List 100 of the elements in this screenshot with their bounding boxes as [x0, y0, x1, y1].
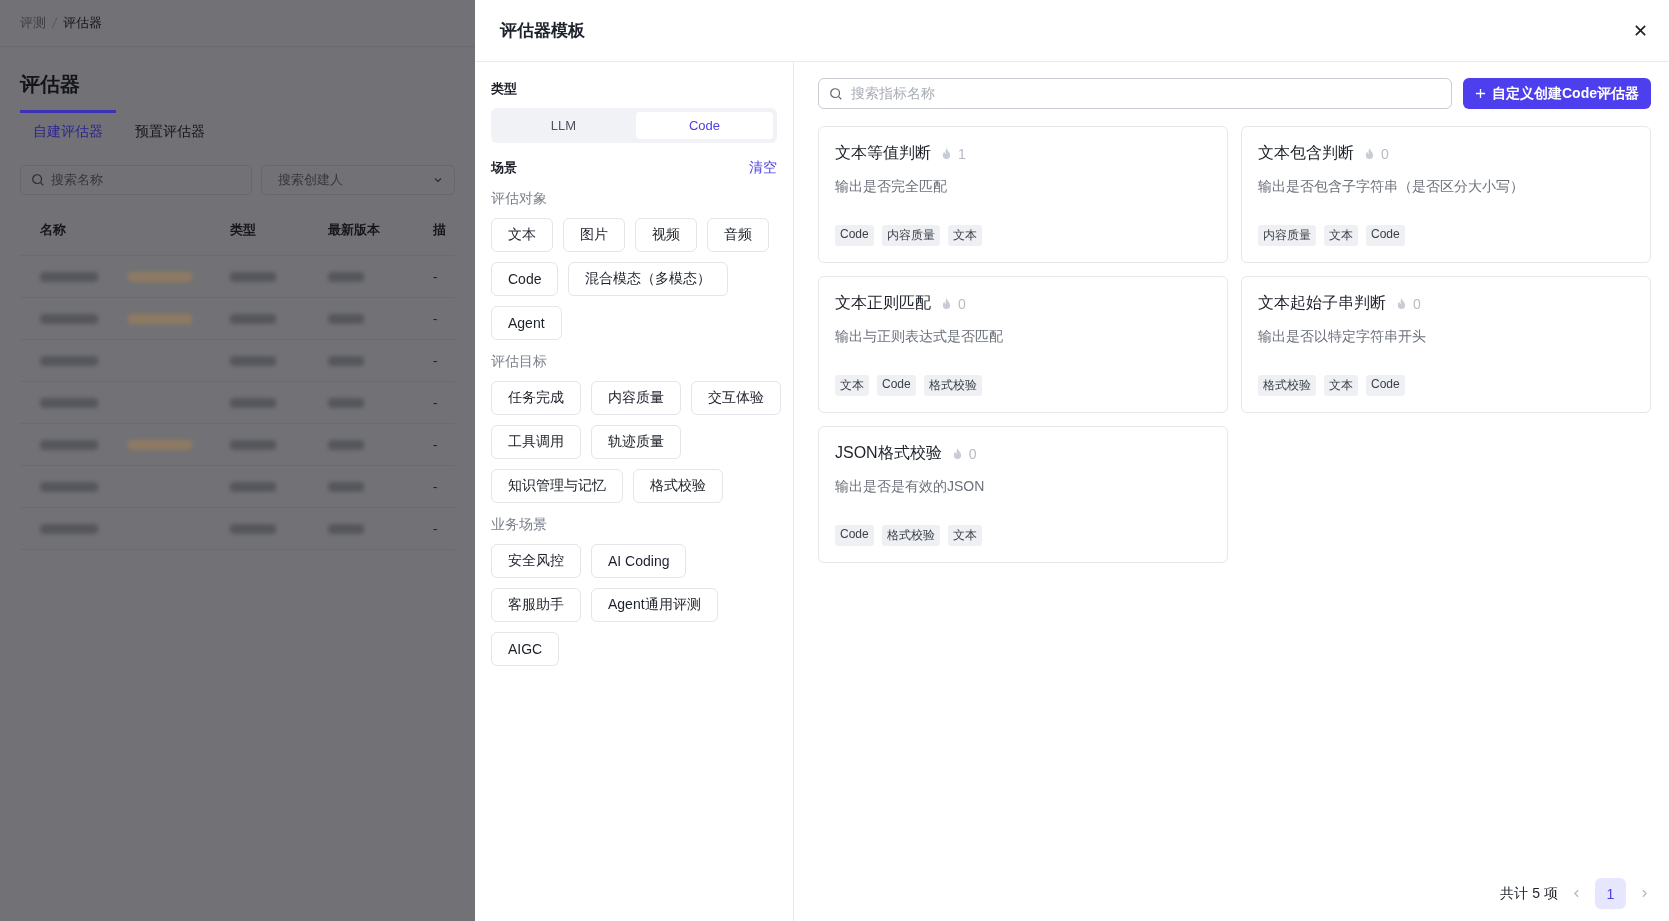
filter-chip[interactable]: 图片 [563, 218, 625, 252]
tag: 格式校验 [923, 375, 982, 396]
usage-count: 0 [968, 445, 977, 462]
type-option[interactable]: LLM [495, 112, 632, 139]
blurred-text [230, 523, 276, 534]
card-description: 输出是否是有效的JSON [835, 478, 986, 496]
group-title: 评估对象 [491, 190, 548, 208]
column-header: 名称 [39, 221, 67, 239]
filter-chip[interactable]: 混合模态（多模态） [568, 262, 729, 296]
evaluator-card[interactable]: 文本包含判断 0 输出是否包含子字符串（是否区分大小写） 内容质量 文本 Code [1241, 126, 1651, 263]
plus-icon [1475, 88, 1486, 99]
drawer-title: 评估器模板 [500, 20, 585, 42]
card-description: 输出是否包含子字符串（是否区分大小写） [1258, 178, 1525, 196]
blurred-text [230, 397, 276, 408]
filter-chip[interactable]: 轨迹质量 [591, 425, 681, 459]
total-count: 共计 5 项 [1500, 884, 1558, 903]
tag: 内容质量 [1258, 225, 1316, 246]
tag: Code [1366, 225, 1405, 246]
column-header: 最新版本 [328, 221, 381, 239]
flame-icon [951, 447, 963, 460]
blurred-text [328, 481, 364, 492]
blurred-text [40, 271, 98, 282]
tab[interactable]: 预置评估器 [122, 110, 218, 149]
create-button[interactable]: 自定义创建Code评估器 [1463, 78, 1651, 109]
filter-chip[interactable]: 工具调用 [491, 425, 581, 459]
blurred-text [328, 397, 364, 408]
filter-chip[interactable]: 视频 [635, 218, 697, 252]
blurred-text [40, 481, 98, 492]
blurred-text [328, 523, 364, 534]
blurred-text [40, 397, 98, 408]
table-cell: - [433, 521, 438, 536]
table-cell: - [433, 479, 438, 494]
tag: Code [835, 225, 874, 246]
filter-chip[interactable]: AIGC [491, 632, 560, 666]
blurred-tag [128, 271, 192, 282]
tag: 格式校验 [1258, 375, 1316, 396]
clear-link[interactable]: 清空 [749, 159, 777, 177]
blurred-tag [128, 313, 192, 324]
search-icon [31, 173, 45, 187]
tag: 文本 [1324, 225, 1358, 246]
filter-chip[interactable]: 任务完成 [491, 381, 581, 415]
usage-count: 0 [1381, 145, 1389, 162]
tag: 格式校验 [881, 525, 940, 546]
filter-chip[interactable]: 交互体验 [691, 381, 781, 415]
column-header: 描 [433, 221, 447, 239]
filter-chip[interactable]: Code [491, 262, 559, 296]
blurred-text [230, 313, 276, 324]
blurred-text [40, 523, 98, 534]
tag: 文本 [1324, 375, 1358, 396]
table-cell: - [433, 437, 438, 452]
filter-chip[interactable]: 客服助手 [491, 588, 581, 622]
tag: 内容质量 [881, 225, 940, 246]
blurred-text [328, 439, 364, 450]
filter-chip[interactable]: 内容质量 [591, 381, 681, 415]
blurred-text [328, 271, 364, 282]
flame-icon [1396, 297, 1407, 310]
filter-chip[interactable]: 知识管理与记忆 [491, 469, 623, 503]
flame-icon [941, 297, 952, 310]
table-cell: - [433, 311, 438, 326]
blurred-tag [128, 439, 192, 450]
filter-chip[interactable]: Agent [491, 306, 562, 340]
card-title: 文本正则匹配 [835, 293, 931, 313]
section-label: 类型 [491, 80, 518, 98]
type-option[interactable]: Code [636, 112, 773, 139]
tag: Code [1366, 375, 1405, 396]
tag: 文本 [947, 525, 982, 546]
column-header: 类型 [230, 221, 257, 239]
page-button[interactable]: 1 [1595, 878, 1626, 909]
card-description: 输出是否以特定字符串开头 [1258, 328, 1427, 346]
blurred-text [328, 355, 364, 366]
card-title: 文本等值判断 [835, 143, 931, 163]
evaluator-card[interactable]: 文本起始子串判断 0 输出是否以特定字符串开头 格式校验 文本 Code [1241, 276, 1651, 413]
filter-chip[interactable]: Agent通用评测 [591, 588, 718, 622]
blurred-text [40, 355, 98, 366]
filter-chip[interactable]: 格式校验 [633, 469, 723, 503]
usage-count: 0 [958, 295, 966, 312]
evaluator-card[interactable]: JSON格式校验 0 输出是否是有效的JSON Code 格式校验 文本 [818, 426, 1228, 563]
flame-icon [1364, 147, 1375, 160]
table-cell: - [433, 269, 438, 284]
evaluator-card[interactable]: 文本等值判断 1 输出是否完全匹配 Code 内容质量 文本 [818, 126, 1228, 263]
card-description: 输出与正则表达式是否匹配 [835, 328, 1004, 346]
search-icon [829, 86, 843, 101]
card-description: 输出是否完全匹配 [835, 178, 948, 196]
blurred-text [328, 313, 364, 324]
filter-chip[interactable]: 安全风控 [491, 544, 581, 578]
filter-chip[interactable]: AI Coding [591, 544, 687, 578]
blurred-text [230, 271, 276, 282]
evaluator-card[interactable]: 文本正则匹配 0 输出与正则表达式是否匹配 文本 Code 格式校验 [818, 276, 1228, 413]
tag: Code [877, 375, 916, 396]
blurred-text [230, 355, 276, 366]
close-icon[interactable] [1634, 24, 1647, 37]
filter-chip[interactable]: 音频 [707, 218, 769, 252]
group-title: 业务场景 [491, 516, 548, 534]
filter-chip[interactable]: 文本 [491, 218, 553, 252]
group-title: 评估目标 [491, 353, 548, 371]
card-title: 文本包含判断 [1258, 143, 1354, 163]
usage-count: 1 [958, 145, 966, 162]
blurred-text [40, 313, 98, 324]
tag: 文本 [947, 225, 982, 246]
card-title: JSON格式校验 [835, 443, 942, 463]
